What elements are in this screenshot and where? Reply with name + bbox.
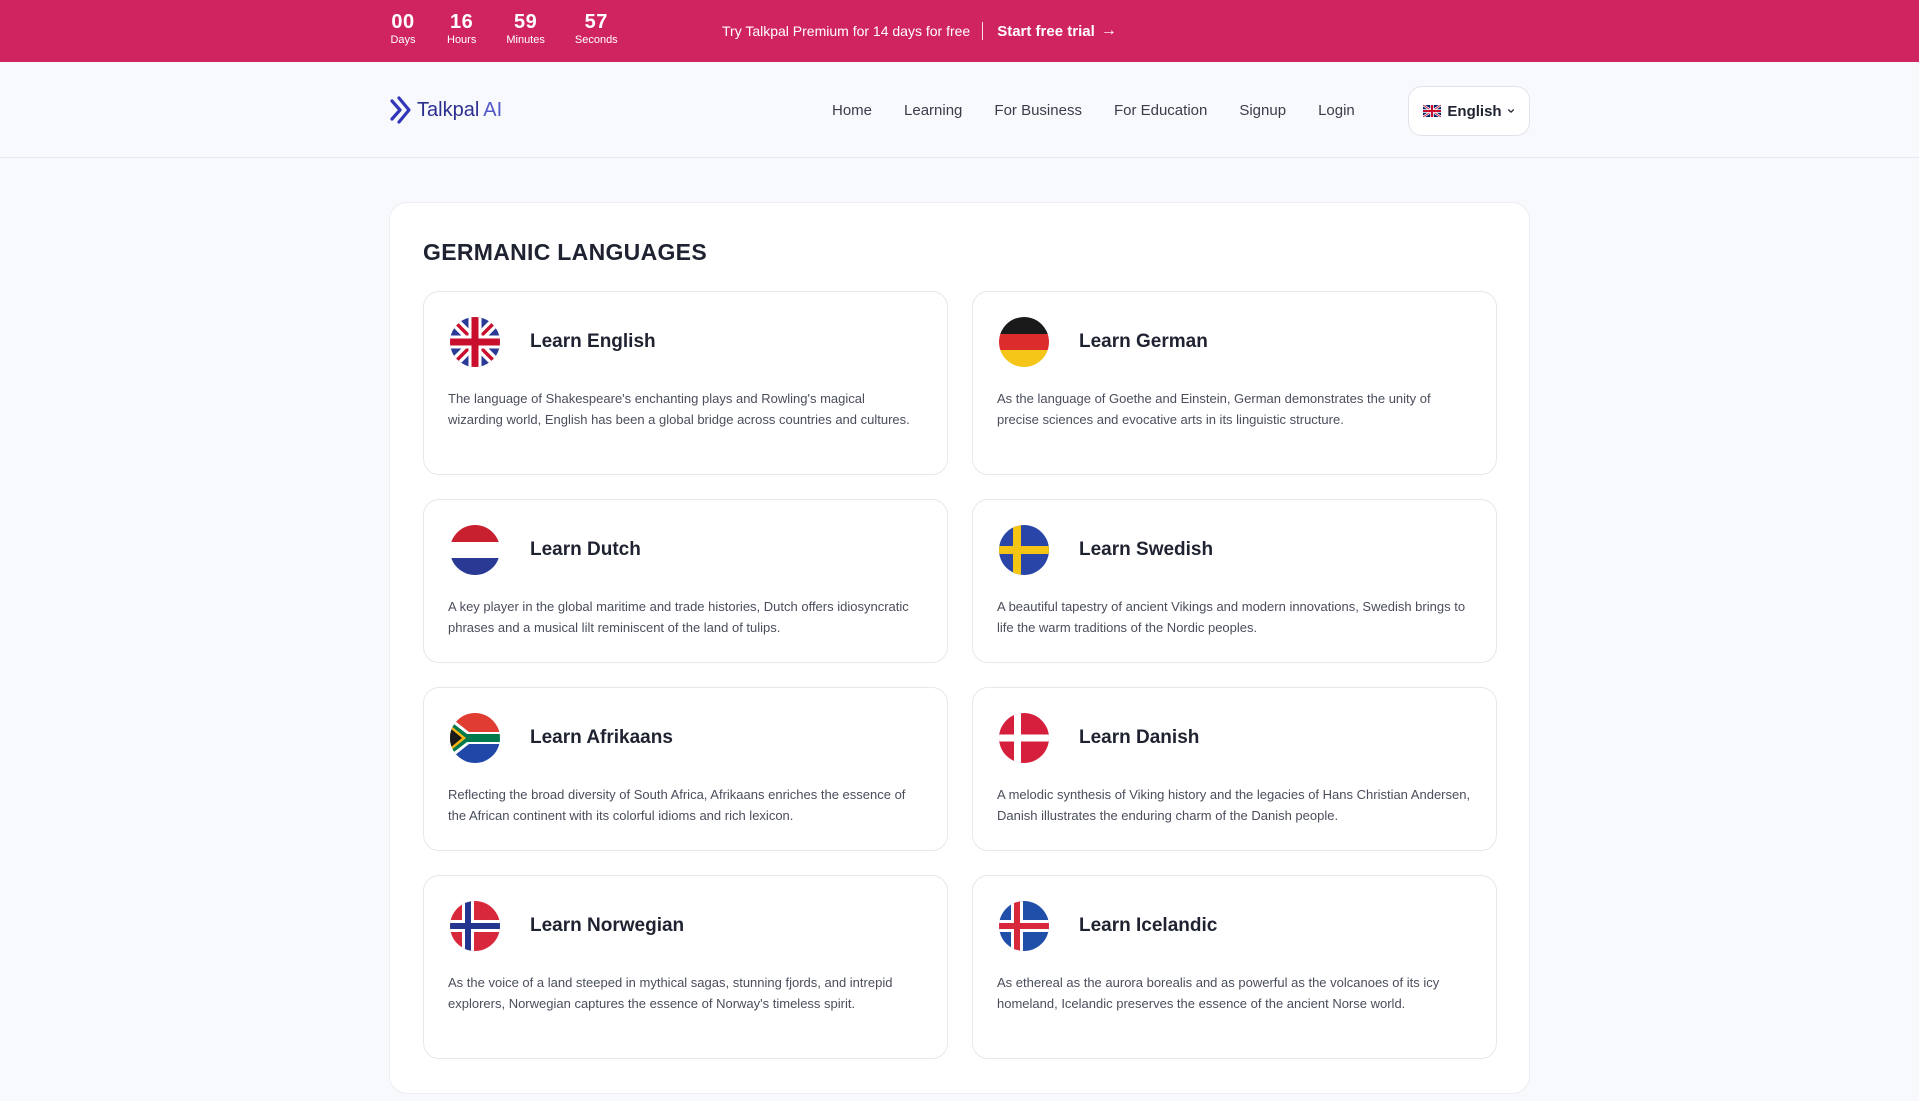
chevron-down-icon (1507, 109, 1514, 113)
card-row: Learn Afrikaans Reflecting the broad div… (423, 687, 1497, 851)
section-title: GERMANIC LANGUAGES (423, 239, 707, 265)
promo-message-group: Try Talkpal Premium for 14 days for free… (722, 0, 1117, 62)
denmark-flag-icon (999, 713, 1049, 763)
nav-signup[interactable]: Signup (1239, 102, 1286, 119)
card-header: Learn German (997, 316, 1472, 368)
card-description: Reflecting the broad diversity of South … (448, 787, 906, 823)
card-header: Learn Danish (997, 712, 1472, 764)
south-africa-flag-icon (450, 713, 500, 763)
countdown-hours: 16 Hours (447, 10, 476, 47)
iceland-flag-icon (999, 901, 1049, 951)
card-description: As the voice of a land steeped in mythic… (448, 975, 893, 1011)
countdown-label: Seconds (574, 34, 618, 46)
countdown-label: Minutes (506, 34, 545, 46)
germany-flag-icon (999, 317, 1049, 367)
talkpal-logo-icon (390, 96, 411, 124)
language-card-icelandic[interactable]: Learn Icelandic As ethereal as the auror… (972, 875, 1497, 1059)
card-row: Learn English The language of Shakespear… (423, 291, 1497, 475)
card-description: A key player in the global maritime and … (448, 599, 909, 635)
card-header: Learn Swedish (997, 524, 1472, 576)
card-header: Learn Dutch (448, 524, 923, 576)
uk-flag-icon (1423, 105, 1442, 117)
nav-home[interactable]: Home (832, 102, 872, 119)
logo-text: Talkpal AI (417, 99, 502, 122)
countdown-minutes: 59 Minutes (506, 10, 545, 47)
countdown-days: 00 Days (389, 10, 417, 47)
card-row: Learn Dutch A key player in the global m… (423, 499, 1497, 663)
start-free-trial-label: Start free trial (997, 22, 1095, 40)
card-description: A melodic synthesis of Viking history an… (997, 787, 1471, 823)
language-card-swedish[interactable]: Learn Swedish A beautiful tapestry of an… (972, 499, 1497, 663)
card-title: Learn Norwegian (530, 915, 685, 936)
promo-message: Try Talkpal Premium for 14 days for free (722, 23, 971, 39)
language-card-dutch[interactable]: Learn Dutch A key player in the global m… (423, 499, 948, 663)
nav-for-education[interactable]: For Education (1114, 102, 1207, 119)
card-title: Learn Swedish (1079, 539, 1214, 560)
card-header: Learn Icelandic (997, 900, 1472, 952)
language-card-norwegian[interactable]: Learn Norwegian As the voice of a land s… (423, 875, 948, 1059)
start-free-trial-link[interactable]: Start free trial → (997, 22, 1117, 40)
card-description: As ethereal as the aurora borealis and a… (997, 975, 1440, 1011)
norway-flag-icon (450, 901, 500, 951)
language-selected: English (1447, 102, 1502, 120)
card-header: Learn English (448, 316, 923, 368)
card-title: Learn Danish (1079, 727, 1200, 748)
card-title: Learn Afrikaans (530, 727, 673, 748)
card-header: Learn Afrikaans (448, 712, 923, 764)
card-title: Learn German (1079, 331, 1208, 352)
language-card-afrikaans[interactable]: Learn Afrikaans Reflecting the broad div… (423, 687, 948, 851)
card-title: Learn English (530, 331, 656, 352)
countdown-value: 57 (584, 11, 608, 33)
uk-flag-icon (450, 317, 500, 367)
promo-divider (982, 22, 984, 40)
arrow-right-icon: → (1100, 22, 1117, 39)
card-title: Learn Icelandic (1079, 915, 1218, 936)
card-header: Learn Norwegian (448, 900, 923, 952)
language-card-german[interactable]: Learn German As the language of Goethe a… (972, 291, 1497, 475)
nav-login[interactable]: Login (1318, 102, 1355, 119)
countdown-label: Hours (447, 34, 477, 46)
nav-for-business[interactable]: For Business (994, 102, 1082, 119)
logo-suffix: AI (483, 98, 503, 121)
card-description: As the language of Goethe and Einstein, … (997, 391, 1431, 427)
countdown-timer: 00 Days 16 Hours 59 Minutes 57 Seconds (389, 10, 648, 47)
language-card-danish[interactable]: Learn Danish A melodic synthesis of Viki… (972, 687, 1497, 851)
countdown-value: 16 (450, 11, 474, 33)
logo-name: Talkpal (417, 98, 480, 121)
netherlands-flag-icon (450, 525, 500, 575)
countdown-seconds: 57 Seconds (575, 10, 618, 47)
countdown-value: 00 (391, 11, 415, 33)
language-selector[interactable]: English (1408, 86, 1530, 136)
card-row: Learn Norwegian As the voice of a land s… (423, 875, 1497, 1059)
card-description: A beautiful tapestry of ancient Vikings … (997, 599, 1466, 635)
site-header: Talkpal AI Home Learning For Business For… (0, 62, 1919, 158)
main-nav: Home Learning For Business For Education… (832, 62, 1387, 158)
countdown-value: 59 (513, 11, 538, 33)
talkpal-logo[interactable]: Talkpal AI (389, 94, 502, 126)
language-card-english[interactable]: Learn English The language of Shakespear… (423, 291, 948, 475)
card-title: Learn Dutch (530, 539, 641, 560)
language-card-grid: Learn English The language of Shakespear… (423, 291, 1497, 1083)
nav-learning[interactable]: Learning (904, 102, 962, 119)
countdown-label: Days (390, 34, 416, 46)
languages-section: GERMANIC LANGUAGES Learn English The lan… (389, 202, 1530, 1094)
promo-bar: 00 Days 16 Hours 59 Minutes 57 Seconds T… (0, 0, 1919, 62)
card-description: The language of Shakespeare's enchanting… (448, 391, 910, 427)
sweden-flag-icon (999, 525, 1049, 575)
